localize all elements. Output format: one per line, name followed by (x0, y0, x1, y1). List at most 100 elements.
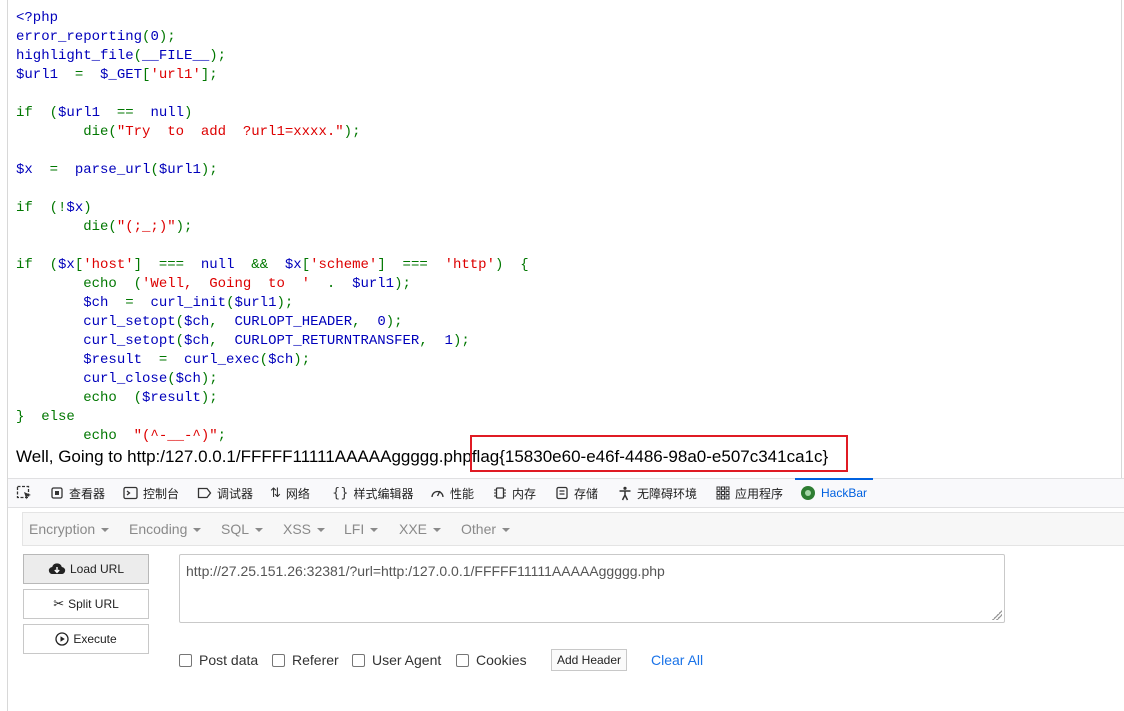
code-token: $url1 (234, 295, 277, 311)
code-token: error_reporting (16, 29, 143, 45)
menu-encryption[interactable]: Encryption (29, 513, 110, 545)
code-token: ); (452, 333, 470, 349)
add-header-button[interactable]: Add Header (551, 649, 627, 671)
grid-icon (716, 486, 730, 500)
load-url-button[interactable]: Load URL (23, 554, 149, 584)
code-token: ); (175, 219, 193, 235)
inspector-icon (51, 487, 63, 499)
menu-encoding[interactable]: Encoding (129, 513, 202, 545)
tab-application[interactable]: 应用程序 (716, 479, 783, 507)
code-token: ( (259, 352, 269, 368)
menu-encoding-label: Encoding (129, 521, 188, 537)
post-data-label: Post data (199, 652, 259, 668)
tab-style-editor[interactable]: {} 样式编辑器 (332, 479, 414, 507)
code-line: curl_setopt($ch, CURLOPT_RETURNTRANSFER,… (16, 332, 529, 351)
code-token: $result (16, 352, 159, 368)
code-token: ( (175, 314, 185, 330)
code-token: $url1 (352, 276, 395, 292)
code-line: echo ('Well, Going to ' . $url1); (16, 275, 529, 294)
tab-hackbar[interactable]: HackBar (794, 478, 874, 507)
code-line: echo "(^-__-^)"; (16, 427, 529, 446)
memory-icon (494, 487, 506, 499)
code-token: = (58, 67, 101, 83)
element-picker-button[interactable] (16, 479, 32, 507)
tab-hackbar-label: HackBar (821, 486, 868, 500)
code-token: ); (394, 276, 411, 292)
code-token: if ( (16, 257, 59, 273)
code-token: die( (16, 124, 117, 140)
tab-performance[interactable]: 性能 (430, 479, 474, 507)
menu-xxe-label: XXE (399, 521, 428, 537)
menu-other[interactable]: Other (461, 513, 511, 545)
chevron-down-icon (255, 528, 264, 532)
code-line: if ($url1 == null) (16, 104, 529, 123)
code-token: die( (16, 219, 117, 235)
execute-button[interactable]: Execute (23, 624, 149, 654)
tab-memory[interactable]: 内存 (493, 479, 536, 507)
code-token: , (209, 314, 235, 330)
menu-sql-label: SQL (221, 521, 250, 537)
frame-border-right (1121, 0, 1122, 478)
code-token: null (200, 257, 252, 273)
tab-inspector[interactable]: 查看器 (50, 479, 105, 507)
devtools-toolbar: 查看器 控制台 调试器 ⇅ 网络 {} 样式编辑器 性能 内存 存储 无障碍环境… (8, 478, 1124, 508)
storage-icon (556, 486, 568, 500)
hackbar-menu: Encryption Encoding SQL XSS LFI XXE Othe… (22, 512, 1124, 546)
split-url-button[interactable]: ✂ Split URL (23, 589, 149, 619)
code-line: highlight_file(__FILE__); (16, 47, 529, 66)
chevron-down-icon (193, 528, 202, 532)
code-token: if ( (16, 105, 59, 121)
code-token: = (158, 352, 185, 368)
tab-accessibility[interactable]: 无障碍环境 (618, 479, 697, 507)
code-token: ); (200, 162, 218, 178)
cookies-checkbox[interactable]: Cookies (456, 652, 527, 668)
clear-all-link[interactable]: Clear All (651, 652, 703, 668)
code-token: ); (385, 314, 403, 330)
code-token: $ch (184, 314, 210, 330)
code-line: $ch = curl_init($url1); (16, 294, 529, 313)
url-textarea[interactable]: http://27.25.151.26:32381/?url=http:/127… (179, 554, 1005, 623)
code-token: $x (284, 257, 302, 273)
code-token: CURLOPT_RETURNTRANSFER (234, 333, 420, 349)
code-token: ; (217, 428, 227, 444)
menu-lfi[interactable]: LFI (344, 513, 379, 545)
menu-other-label: Other (461, 521, 497, 537)
checkbox-box[interactable] (352, 653, 365, 667)
tab-style-editor-label: 样式编辑器 (353, 486, 414, 501)
referer-label: Referer (292, 652, 339, 668)
tab-console[interactable]: 控制台 (123, 479, 179, 507)
checkbox-box[interactable] (272, 653, 285, 667)
code-line: curl_close($ch); (16, 370, 529, 389)
tab-storage[interactable]: 存储 (555, 479, 598, 507)
user-agent-checkbox[interactable]: User Agent (352, 652, 441, 668)
code-token: 'Well, Going to ' (142, 276, 311, 292)
code-token: $ch (175, 371, 201, 387)
menu-sql[interactable]: SQL (221, 513, 264, 545)
tab-debugger[interactable]: 调试器 (197, 479, 253, 507)
resize-grip-icon[interactable] (992, 610, 1002, 620)
menu-xss[interactable]: XSS (283, 513, 326, 545)
code-token: null (150, 105, 185, 121)
code-token: "(;_;)" (116, 219, 176, 235)
code-token: ) (184, 105, 193, 121)
code-token: ( (175, 333, 185, 349)
menu-lfi-label: LFI (344, 521, 365, 537)
tab-accessibility-label: 无障碍环境 (637, 486, 698, 501)
code-token: , (209, 333, 235, 349)
code-token: ); (158, 29, 176, 45)
code-token: $url1 (16, 67, 59, 83)
menu-xxe[interactable]: XXE (399, 513, 442, 545)
checkbox-box[interactable] (456, 653, 469, 667)
referer-checkbox[interactable]: Referer (272, 652, 339, 668)
checkbox-box[interactable] (179, 653, 192, 667)
tab-network[interactable]: ⇅ 网络 (270, 479, 310, 507)
frame-border-left (7, 0, 8, 711)
chevron-down-icon (502, 528, 511, 532)
code-token: $url1 (158, 162, 201, 178)
play-icon (55, 632, 69, 646)
code-line: if (!$x) (16, 199, 529, 218)
code-token: ); (209, 48, 227, 64)
post-data-checkbox[interactable]: Post data (179, 652, 258, 668)
tab-performance-label: 性能 (450, 486, 475, 501)
